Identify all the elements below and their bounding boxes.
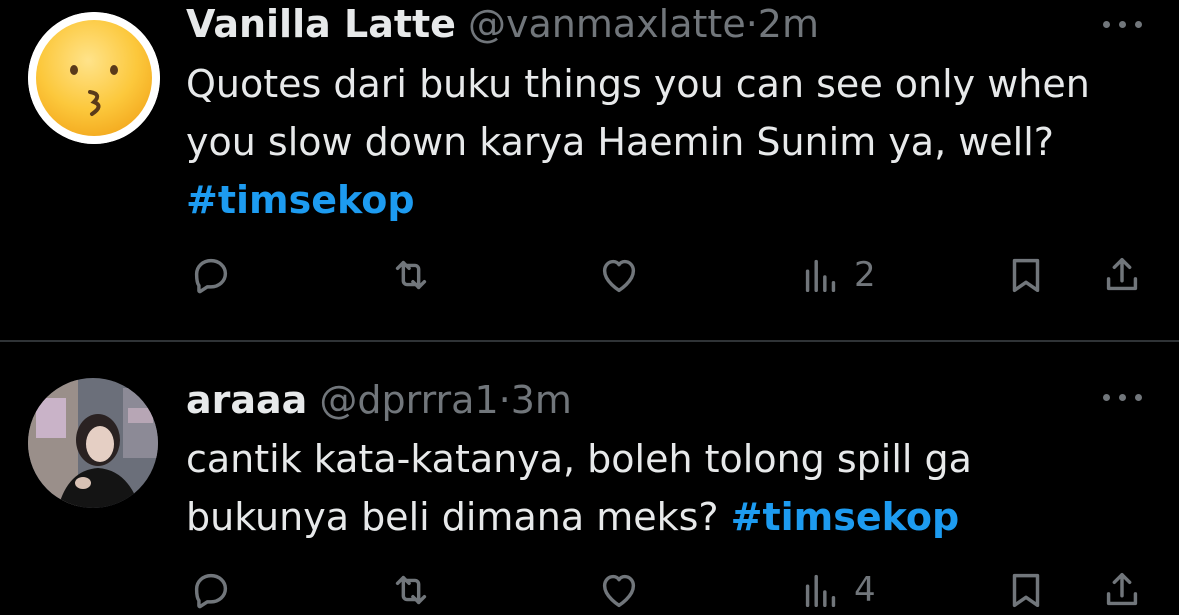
share-icon xyxy=(1106,572,1138,606)
bookmark-button[interactable] xyxy=(1003,565,1049,615)
views-icon xyxy=(805,574,836,608)
like-icon xyxy=(602,574,636,608)
tweet-header: araaa @dprrra1·3m xyxy=(186,378,572,422)
tweet[interactable]: araaa @dprrra1·3m cantik kata-katanya, b… xyxy=(0,0,1179,610)
user-handle[interactable]: @dprrra1 xyxy=(319,378,498,422)
more-icon[interactable] xyxy=(1101,387,1145,407)
views-button[interactable]: 4 xyxy=(798,565,876,615)
retweet-icon xyxy=(395,575,427,605)
share-button[interactable] xyxy=(1099,565,1145,615)
timestamp[interactable]: 3m xyxy=(511,378,572,422)
user-photo-icon xyxy=(28,378,158,508)
tweet-text-line: bukunya beli dimana meks? xyxy=(186,495,731,539)
views-count: 4 xyxy=(854,570,876,610)
display-name[interactable]: araaa xyxy=(186,378,307,422)
tweet-actions: 4 xyxy=(0,565,1179,615)
hashtag-link[interactable]: #timsekop xyxy=(731,495,960,539)
reply-button[interactable] xyxy=(188,565,234,615)
tweet-text-line: cantik kata-katanya, boleh tolong spill … xyxy=(186,437,972,481)
retweet-button[interactable] xyxy=(388,565,434,615)
reply-icon xyxy=(194,573,228,609)
avatar[interactable] xyxy=(28,378,158,508)
separator-dot: · xyxy=(498,378,511,422)
like-button[interactable] xyxy=(596,565,642,615)
tweet-text: cantik kata-katanya, boleh tolong spill … xyxy=(186,430,1146,546)
bookmark-icon xyxy=(1012,573,1040,608)
